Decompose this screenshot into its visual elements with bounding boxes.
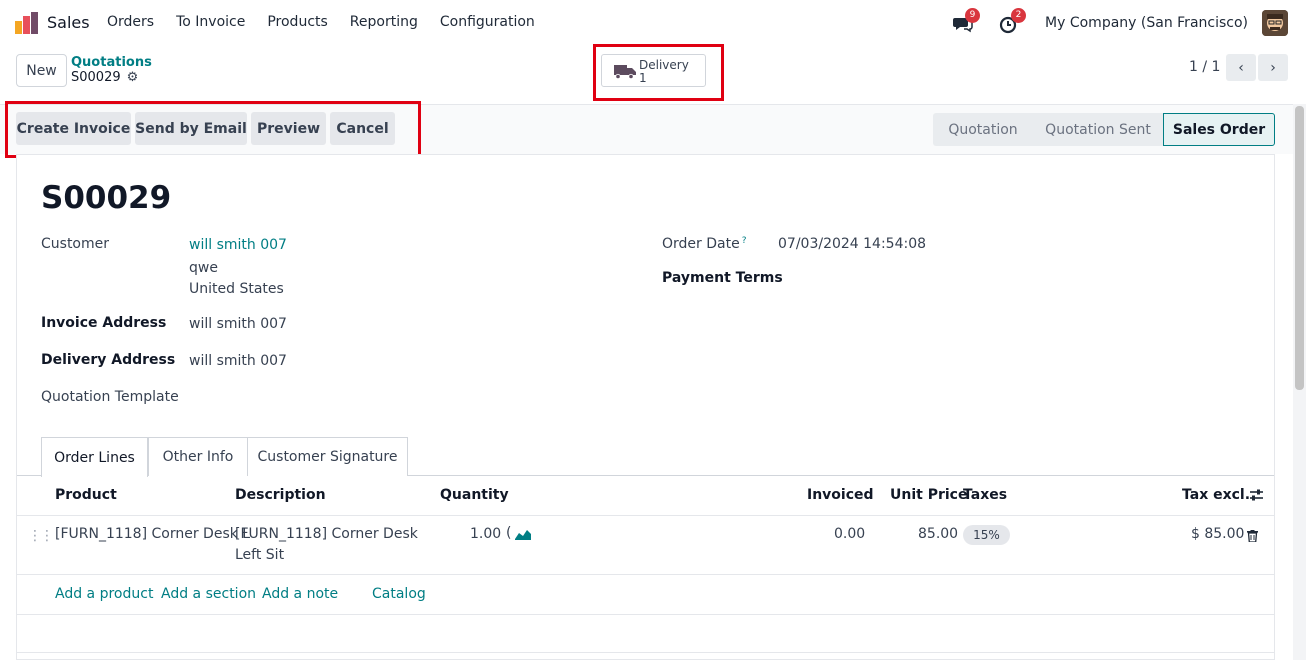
truck-icon (614, 65, 636, 79)
stage-quotation[interactable]: Quotation (933, 113, 1033, 146)
row-unit-price[interactable]: 85.00 (918, 526, 958, 542)
top-navbar: Sales Orders To Invoice Products Reporti… (0, 0, 1306, 46)
tab-other-info[interactable]: Other Info (148, 437, 248, 476)
column-taxes[interactable]: Taxes (963, 487, 1007, 503)
menu-products[interactable]: Products (267, 14, 327, 30)
table-header-divider (17, 515, 1274, 516)
add-note-link[interactable]: Add a note (262, 586, 338, 602)
order-date-label-text: Order Date (662, 236, 740, 252)
delivery-address-field[interactable]: will smith 007 (189, 353, 287, 369)
menu-reporting[interactable]: Reporting (350, 14, 418, 30)
delivery-label: Delivery (639, 58, 689, 72)
user-avatar[interactable] (1262, 10, 1288, 36)
invoice-address-field[interactable]: will smith 007 (189, 316, 287, 332)
add-section-link[interactable]: Add a section (161, 586, 256, 602)
column-quantity[interactable]: Quantity (440, 487, 509, 503)
menu-orders[interactable]: Orders (107, 14, 154, 30)
customer-country: United States (189, 281, 284, 297)
order-date-field[interactable]: 07/03/2024 14:54:08 (778, 236, 926, 252)
row-description-line2[interactable]: Left Sit (235, 547, 284, 563)
tab-customer-signature[interactable]: Customer Signature (247, 437, 408, 476)
main-menu: Orders To Invoice Products Reporting Con… (107, 14, 557, 30)
activities-badge: 2 (1011, 8, 1027, 23)
catalog-link[interactable]: Catalog (372, 586, 426, 602)
optional-columns-icon[interactable] (1249, 488, 1264, 502)
avatar-image-icon (1262, 10, 1288, 36)
quotation-template-label: Quotation Template (41, 389, 179, 405)
new-button[interactable]: New (16, 54, 67, 87)
pager-next-button[interactable]: › (1258, 54, 1288, 81)
delivery-count: 1 (639, 71, 647, 85)
menu-to-invoice[interactable]: To Invoice (176, 14, 245, 30)
order-title: S00029 (41, 180, 172, 216)
app-name[interactable]: Sales (47, 13, 90, 32)
row-invoiced: 0.00 (834, 526, 866, 542)
breadcrumb-quotations[interactable]: Quotations (71, 55, 152, 70)
drag-handle-icon[interactable]: ⋮⋮ (28, 528, 54, 544)
form-sheet (16, 154, 1275, 660)
partial-unit-icon: ( (506, 525, 512, 541)
order-date-label: Order Date? (662, 236, 746, 252)
gear-icon[interactable]: ⚙ (127, 70, 139, 85)
breadcrumb-current: S00029 ⚙ (71, 70, 138, 85)
column-description[interactable]: Description (235, 487, 326, 503)
column-invoiced[interactable]: Invoiced (807, 487, 874, 503)
customer-address-line: qwe (189, 260, 218, 276)
chevron-left-icon: ‹ (1238, 59, 1244, 76)
sales-app-logo-icon[interactable] (15, 12, 39, 34)
row-divider (17, 574, 1274, 575)
table-footer-divider (17, 614, 1274, 615)
add-product-link[interactable]: Add a product (55, 586, 153, 602)
messages-button[interactable]: 9 (953, 8, 981, 34)
menu-configuration[interactable]: Configuration (440, 14, 535, 30)
column-unit-price[interactable]: Unit Price (890, 487, 967, 503)
systray: 9 2 My Company (San Francisco) (953, 8, 1288, 36)
column-tax-excl[interactable]: Tax excl. (1182, 487, 1250, 503)
activities-button[interactable]: 2 (999, 8, 1027, 34)
pager-previous-button[interactable]: ‹ (1226, 54, 1256, 81)
row-product[interactable]: [FURN_1118] Corner Desk L (55, 526, 250, 542)
delivery-address-label: Delivery Address (41, 352, 176, 368)
customer-label: Customer (41, 236, 110, 252)
pager-value[interactable]: 1 / 1 (1189, 59, 1220, 75)
customer-name-link[interactable]: will smith 007 (189, 237, 287, 253)
highlight-box-actions (5, 101, 421, 158)
chevron-right-icon: › (1270, 59, 1276, 76)
delivery-smart-button[interactable]: Delivery 1 (601, 54, 706, 87)
company-switcher[interactable]: My Company (San Francisco) (1045, 15, 1248, 31)
breadcrumb-current-label: S00029 (71, 70, 121, 85)
invoice-address-label: Invoice Address (41, 315, 167, 331)
help-icon[interactable]: ? (742, 236, 747, 246)
column-product[interactable]: Product (55, 487, 117, 503)
forecast-chart-icon[interactable] (515, 528, 531, 540)
stage-quotation-sent[interactable]: Quotation Sent (1033, 113, 1163, 146)
stage-sales-order[interactable]: Sales Order (1163, 113, 1275, 146)
messages-badge: 9 (965, 8, 981, 23)
row-quantity[interactable]: 1.00 (470, 526, 501, 542)
row-tax-badge[interactable]: 15% (963, 525, 1010, 545)
row-description-line1[interactable]: [FURN_1118] Corner Desk (235, 526, 418, 542)
scrollbar-thumb[interactable] (1295, 106, 1304, 390)
trash-icon[interactable] (1247, 530, 1258, 542)
payment-terms-label: Payment Terms (662, 270, 783, 286)
table-bottom-divider (17, 652, 1274, 653)
tab-order-lines[interactable]: Order Lines (41, 437, 148, 477)
row-subtotal: $ 85.00 (1191, 526, 1245, 542)
